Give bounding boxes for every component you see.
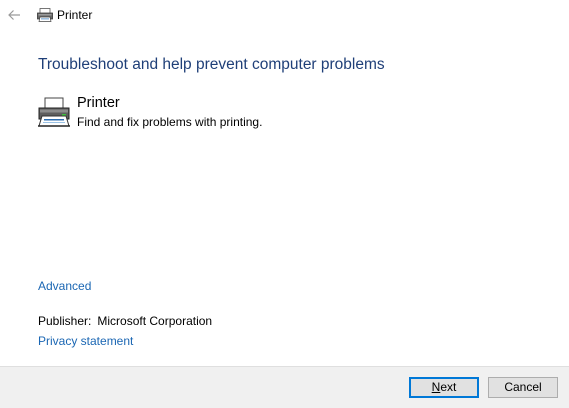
advanced-link[interactable]: Advanced — [38, 279, 91, 293]
window-title: Printer — [57, 8, 93, 22]
printer-icon — [38, 97, 70, 127]
next-button[interactable]: Next — [409, 377, 479, 398]
troubleshooter-item-title: Printer — [77, 95, 120, 111]
privacy-statement-link[interactable]: Privacy statement — [38, 334, 133, 348]
troubleshooter-item-description: Find and fix problems with printing. — [77, 115, 263, 129]
back-button[interactable] — [4, 5, 24, 25]
footer-bar: Next Cancel — [0, 366, 569, 408]
publisher-value: Microsoft Corporation — [97, 314, 213, 328]
publisher-line: Publisher: Microsoft Corporation — [38, 314, 212, 328]
troubleshooter-window: Printer Troubleshoot and help prevent co… — [0, 0, 569, 408]
printer-icon — [37, 8, 53, 22]
publisher-label: Publisher: — [38, 314, 92, 328]
title-bar: Printer — [0, 0, 569, 30]
page-title: Troubleshoot and help prevent computer p… — [38, 56, 385, 73]
troubleshooter-item-printer[interactable]: Printer Find and fix problems with print… — [37, 95, 337, 129]
back-arrow-icon — [8, 10, 20, 20]
cancel-button[interactable]: Cancel — [488, 377, 558, 398]
next-label-rest: ext — [440, 380, 457, 394]
